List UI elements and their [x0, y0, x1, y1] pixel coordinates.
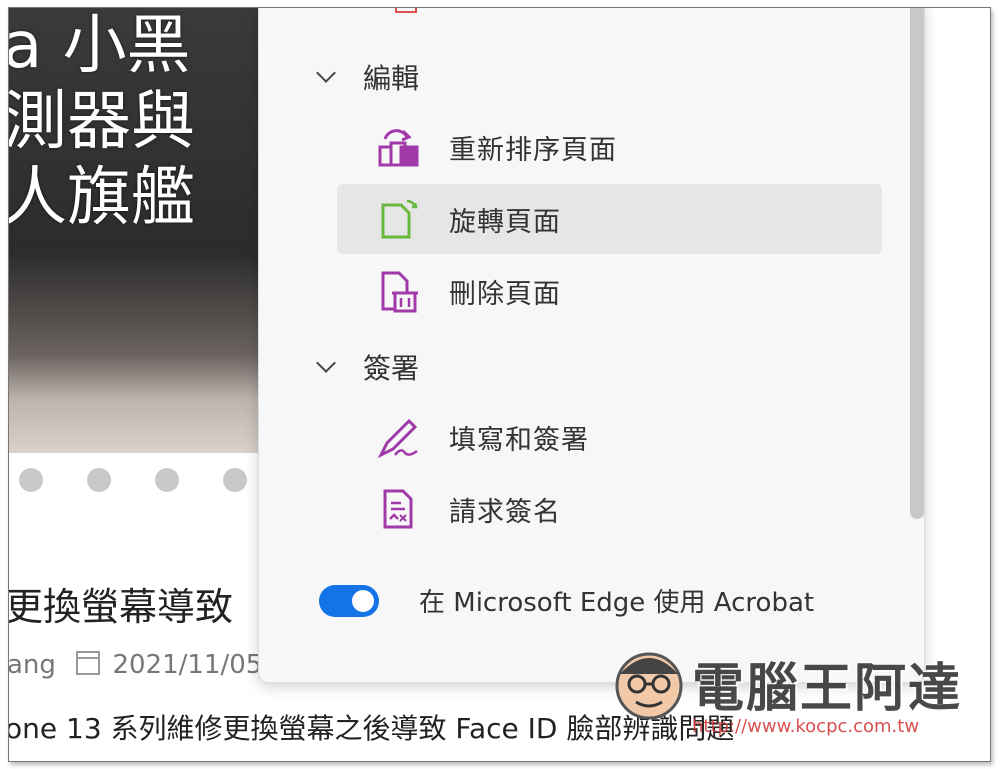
mascot-logo-icon	[615, 652, 683, 720]
hero-title: a 小黑 測器與 人旗艦	[9, 8, 269, 236]
section-header-edit[interactable]: 編輯	[316, 57, 420, 97]
hero-title-line: 人旗艦	[9, 161, 195, 235]
section-header-sign[interactable]: 簽署	[316, 347, 420, 387]
fill-and-sign-icon	[377, 418, 418, 459]
request-signature-icon	[383, 489, 413, 529]
menu-item-label: 請求簽名	[449, 496, 561, 528]
acrobat-tools-panel: 編輯 重新排序頁面 旋轉頁面 刪除頁面 簽署 填寫和簽署 請求簽名 在 Micr…	[258, 8, 925, 683]
article-meta: ang 2021/11/05	[9, 650, 263, 680]
author-name[interactable]: ang	[9, 650, 56, 680]
menu-item-reorder-pages[interactable]: 重新排序頁面	[337, 112, 882, 182]
delete-pages-icon	[381, 271, 418, 313]
acrobat-in-edge-toggle[interactable]	[319, 584, 379, 617]
panel-scrollbar[interactable]	[910, 8, 924, 519]
section-label: 簽署	[363, 352, 420, 385]
carousel-dot[interactable]	[19, 468, 43, 492]
menu-item-rotate-pages[interactable]: 旋轉頁面	[337, 184, 882, 254]
toggle-knob	[352, 589, 374, 612]
chevron-down-icon	[316, 353, 336, 373]
menu-item-label: 旋轉頁面	[449, 206, 561, 238]
watermark: 電腦王阿達 http://www.kocpc.com.tw	[604, 638, 964, 748]
screenshot-frame: a 小黑 測器與 人旗艦 更換螢幕導致 ang 2021/11/05 one 1…	[8, 7, 991, 762]
menu-item-label: 重新排序頁面	[449, 134, 617, 166]
carousel-dot[interactable]	[155, 468, 179, 492]
section-label: 編輯	[363, 62, 420, 95]
watermark-text: 電腦王阿達	[692, 659, 963, 719]
carousel-dot[interactable]	[87, 468, 111, 492]
reorder-pages-icon	[378, 129, 419, 167]
hero-title-line: 測器與	[9, 85, 195, 159]
calendar-icon	[76, 651, 101, 675]
article-title[interactable]: 更換螢幕導致	[9, 576, 233, 631]
partial-icon	[395, 8, 417, 13]
hero-title-line: a 小黑	[9, 9, 191, 83]
watermark-url: http://www.kocpc.com.tw	[692, 716, 920, 737]
menu-item-fill-and-sign[interactable]: 填寫和簽署	[337, 402, 882, 472]
menu-item-label: 填寫和簽署	[449, 424, 589, 456]
rotate-pages-icon	[381, 199, 418, 239]
menu-item-delete-pages[interactable]: 刪除頁面	[337, 256, 882, 326]
chevron-down-icon	[316, 63, 336, 83]
menu-item-request-signature[interactable]: 請求簽名	[337, 474, 882, 544]
menu-item-label: 刪除頁面	[449, 278, 561, 310]
acrobat-in-edge-setting: 在 Microsoft Edge 使用 Acrobat	[319, 582, 814, 619]
carousel-dot[interactable]	[223, 468, 247, 492]
toggle-label: 在 Microsoft Edge 使用 Acrobat	[419, 588, 815, 618]
hero-image: a 小黑 測器與 人旗艦	[9, 8, 269, 453]
publish-date: 2021/11/05	[112, 650, 263, 680]
